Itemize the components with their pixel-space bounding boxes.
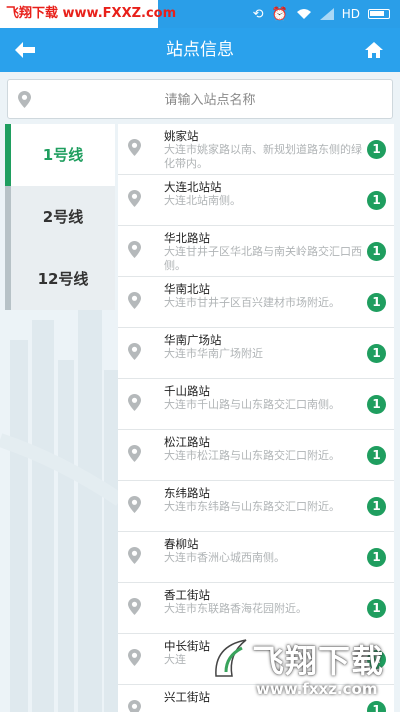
location-pin-icon (128, 343, 141, 360)
station-address: 大连市姚家路以南、新规划道路东侧的绿化带内。 (164, 143, 362, 170)
city-background-illustration (0, 310, 120, 712)
station-address: 大连市千山路与山东路交汇口南侧。 (164, 398, 340, 411)
station-name: 松江路站 (164, 435, 210, 449)
line-badge: 1 (367, 497, 386, 516)
status-bar: 飞翔下载 www.FXXZ.com ⟲ ⏰ HD (0, 0, 400, 28)
station-item[interactable]: 千山路站 大连市千山路与山东路交汇口南侧。 1 (118, 379, 394, 430)
station-name: 华南广场站 (164, 333, 222, 347)
line-badge: 1 (367, 242, 386, 261)
station-address: 大连市香洲心城西南侧。 (164, 551, 285, 564)
location-pin-icon (128, 445, 141, 462)
search-input[interactable] (38, 88, 382, 112)
station-item[interactable]: 香工街站 大连市东联路香海花园附近。 1 (118, 583, 394, 634)
battery-icon (368, 9, 390, 19)
line-badge: 1 (367, 344, 386, 363)
station-name: 春柳站 (164, 537, 199, 551)
station-item[interactable]: 华南北站 大连市甘井子区百兴建材市场附近。 1 (118, 277, 394, 328)
network-type: HD (341, 7, 360, 21)
line-badge: 1 (367, 140, 386, 159)
location-pin-icon (128, 190, 141, 207)
station-search[interactable] (7, 79, 393, 119)
station-item[interactable]: 春柳站 大连市香洲心城西南侧。 1 (118, 532, 394, 583)
line-badge: 1 (367, 395, 386, 414)
station-name: 大连北站站 (164, 180, 222, 194)
title-bar: 站点信息 (0, 28, 400, 72)
line-tabs: 1号线 2号线 12号线 (5, 124, 115, 310)
station-item[interactable]: 姚家站 大连市姚家路以南、新规划道路东侧的绿化带内。 1 (118, 124, 394, 175)
station-address: 大连市松江路与山东路交汇口附近。 (164, 449, 340, 462)
line-badge: 1 (367, 293, 386, 312)
alarm-icon: ⏰ (271, 6, 288, 22)
location-pin-icon (128, 700, 141, 712)
watermark-text: 飞翔下载 (252, 642, 385, 680)
wifi-icon (296, 9, 311, 19)
location-pin-icon (128, 241, 141, 258)
watermark-url: www.fxxz.com (256, 680, 378, 698)
station-name: 东纬路站 (164, 486, 210, 500)
line-badge: 1 (367, 446, 386, 465)
station-item[interactable]: 松江路站 大连市松江路与山东路交汇口附近。 1 (118, 430, 394, 481)
location-pin-icon (128, 292, 141, 309)
watermark-top: 飞翔下载 www.FXXZ.com (0, 0, 176, 28)
tab-line-1[interactable]: 1号线 (5, 124, 115, 186)
line-badge: 1 (367, 191, 386, 210)
station-item[interactable]: 华北路站 大连甘井子区华北路与南关岭路交汇口西侧。 1 (118, 226, 394, 277)
home-button[interactable] (362, 36, 386, 64)
rotation-lock-icon: ⟲ (252, 6, 264, 22)
station-name: 兴工街站 (164, 690, 210, 704)
station-name: 香工街站 (164, 588, 210, 602)
site-watermark: 飞翔下载 www.fxxz.com (212, 630, 400, 712)
station-item[interactable]: 东纬路站 大连市东纬路与山东路交汇口附近。 1 (118, 481, 394, 532)
station-item[interactable]: 大连北站站 大连北站南侧。 1 (118, 175, 394, 226)
status-icons: ⟲ ⏰ HD (253, 0, 390, 28)
tab-line-12[interactable]: 12号线 (5, 248, 115, 310)
home-icon (365, 42, 383, 58)
station-name: 姚家站 (164, 129, 199, 143)
station-name: 华北路站 (164, 231, 210, 245)
page-title: 站点信息 (166, 40, 234, 60)
station-address: 大连市华南广场附近 (164, 347, 263, 360)
station-address: 大连甘井子区华北路与南关岭路交汇口西侧。 (164, 245, 362, 272)
station-list: 姚家站 大连市姚家路以南、新规划道路东侧的绿化带内。 1 大连北站站 大连北站南… (118, 124, 394, 712)
station-name: 千山路站 (164, 384, 210, 398)
station-item[interactable]: 华南广场站 大连市华南广场附近 1 (118, 328, 394, 379)
location-pin-icon (128, 394, 141, 411)
watermark-logo-icon (215, 639, 247, 677)
location-pin-icon (128, 547, 141, 564)
station-address: 大连北站南侧。 (164, 194, 241, 207)
tab-line-2[interactable]: 2号线 (5, 186, 115, 248)
location-pin-icon (128, 649, 141, 666)
station-name: 华南北站 (164, 282, 210, 296)
station-address: 大连市甘井子区百兴建材市场附近。 (164, 296, 340, 309)
signal-icon (319, 8, 334, 20)
line-badge: 1 (367, 599, 386, 618)
line-badge: 1 (367, 548, 386, 567)
station-address: 大连市东联路香海花园附近。 (164, 602, 307, 615)
location-pin-icon (128, 139, 141, 156)
location-pin-icon (128, 598, 141, 615)
location-pin-icon (18, 91, 31, 108)
location-pin-icon (128, 496, 141, 513)
station-name: 中长街站 (164, 639, 210, 653)
station-address: 大连市东纬路与山东路交汇口附近。 (164, 500, 340, 513)
